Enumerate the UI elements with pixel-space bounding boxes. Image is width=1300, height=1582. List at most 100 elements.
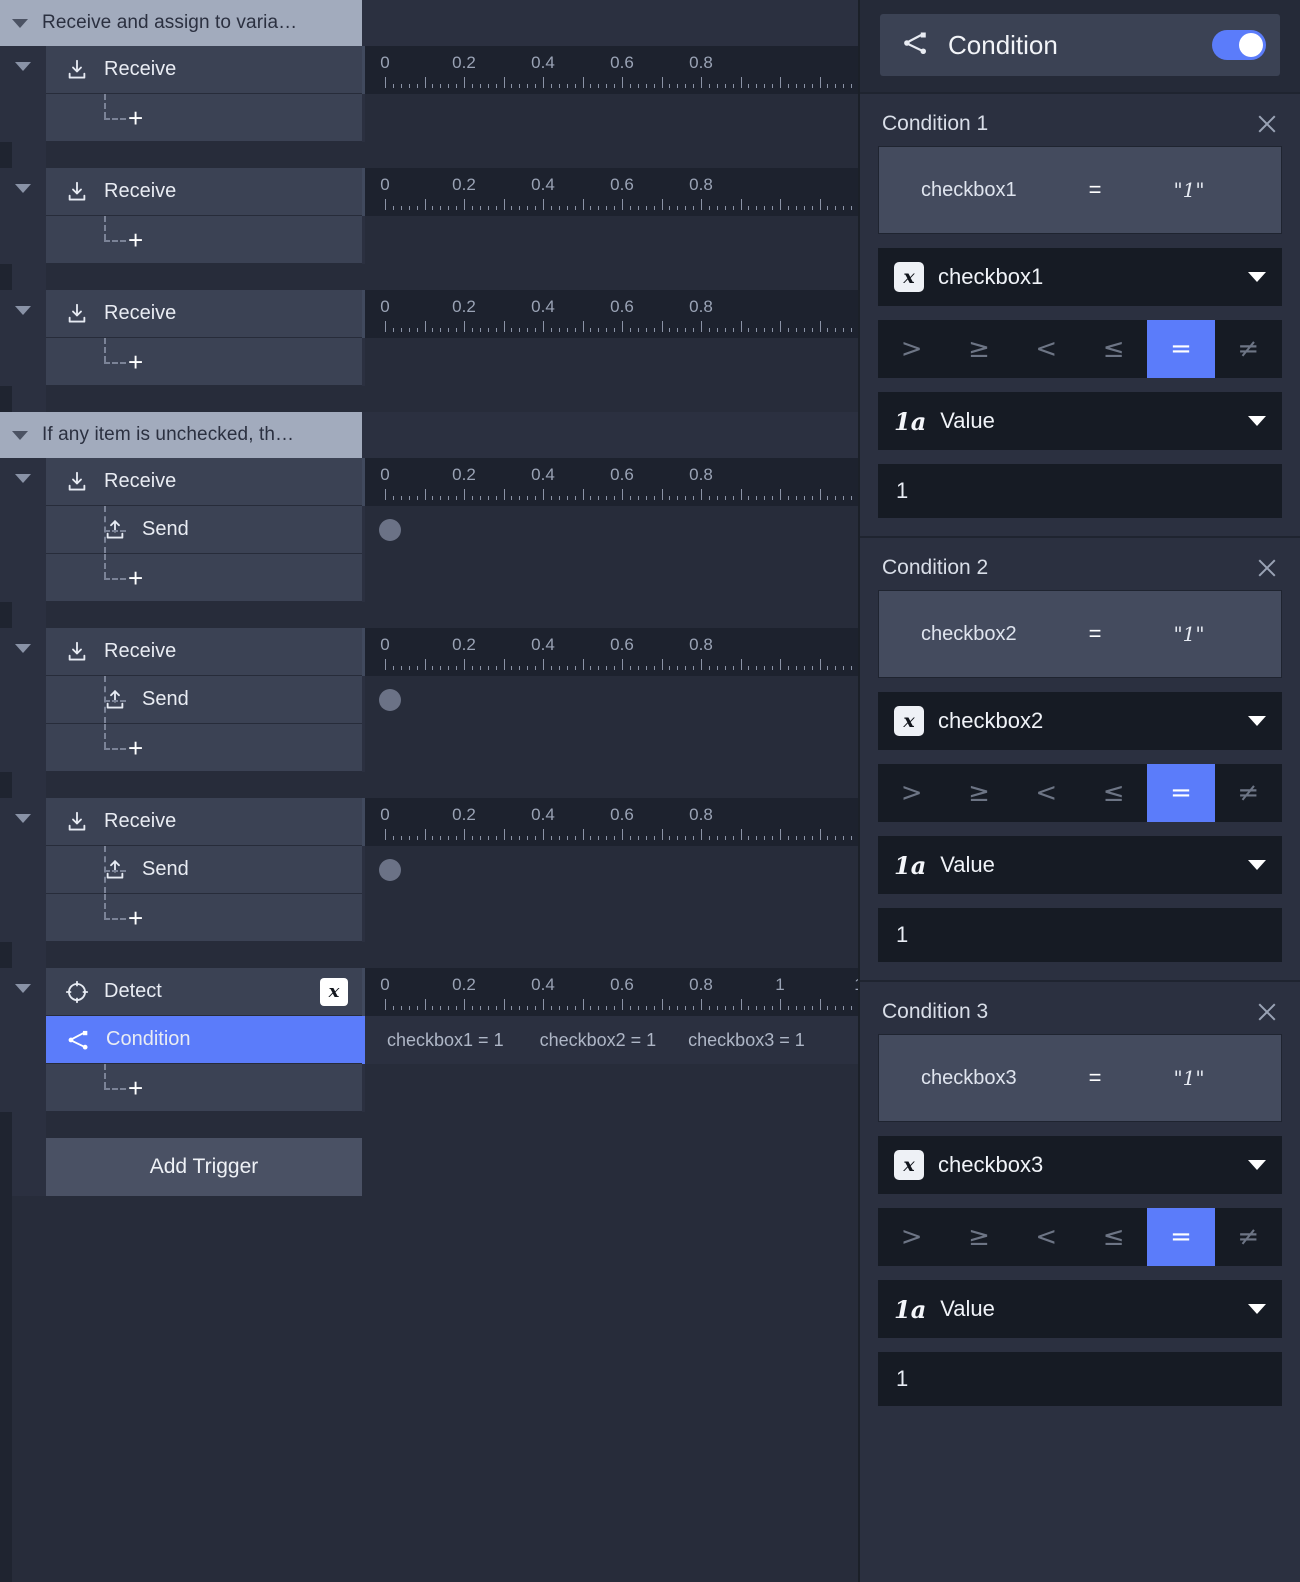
chevron-down-icon[interactable] — [15, 474, 31, 483]
chevron-down-icon[interactable] — [12, 430, 28, 440]
value-input[interactable]: 1 — [878, 464, 1282, 518]
timeline-lane-cell[interactable] — [362, 554, 858, 602]
timeline-ruler[interactable]: 0 0.2 0.4 0.6 0.8 — [362, 458, 858, 506]
group-header[interactable]: Receive and assign to varia… — [0, 0, 362, 46]
operator-button[interactable]: = — [1147, 320, 1215, 378]
timeline-row-label: Detect — [104, 980, 162, 1002]
operator-button[interactable]: ≥ — [945, 320, 1012, 378]
timeline-ruler[interactable]: 0 0.2 0.4 0.6 0.8 — [362, 290, 858, 338]
chevron-down-icon[interactable] — [1248, 272, 1266, 282]
variable-select[interactable]: x checkbox3 — [878, 1136, 1282, 1194]
operator-button[interactable]: > — [878, 320, 945, 378]
ruler-tick-label: 0.4 — [531, 635, 555, 654]
ruler-ticks — [365, 998, 858, 1012]
operator-button[interactable]: ≠ — [1215, 320, 1282, 378]
operator-button[interactable]: < — [1013, 1208, 1080, 1266]
ruler-tick-label: 0.6 — [610, 635, 634, 654]
timeline-row-send[interactable]: Send — [46, 506, 362, 554]
value-type-select[interactable]: 1a Value — [878, 836, 1282, 894]
timeline-ruler[interactable]: 0 0.2 0.4 0.6 0.8 — [362, 168, 858, 216]
operator-button[interactable]: < — [1013, 764, 1080, 822]
operator-button[interactable]: > — [878, 1208, 945, 1266]
timeline-lane-cell[interactable] — [362, 846, 858, 894]
timeline-row-detect[interactable]: Detect x — [46, 968, 362, 1016]
node-header[interactable]: Condition — [880, 14, 1280, 76]
chevron-down-icon[interactable] — [15, 306, 31, 315]
operator-button[interactable]: ≤ — [1080, 320, 1147, 378]
timeline-row-condition[interactable]: Condition — [46, 1016, 362, 1064]
add-action-row[interactable]: + — [46, 724, 362, 772]
chevron-down-icon[interactable] — [1248, 860, 1266, 870]
add-trigger-button[interactable]: Add Trigger — [46, 1138, 362, 1196]
timeline-lane-cell[interactable] — [362, 506, 858, 554]
timeline-lane-cell[interactable] — [362, 94, 858, 142]
keyframe-marker[interactable] — [379, 519, 401, 541]
operator-button[interactable]: = — [1147, 1208, 1215, 1266]
value-type-select[interactable]: 1a Value — [878, 1280, 1282, 1338]
timeline-row-receive[interactable]: Receive — [46, 798, 362, 846]
chevron-down-icon[interactable] — [1248, 1304, 1266, 1314]
timeline-lane-cell[interactable] — [362, 216, 858, 264]
timeline-ruler[interactable]: 0 0.2 0.4 0.6 0.8 — [362, 628, 858, 676]
chevron-down-icon[interactable] — [15, 184, 31, 193]
chevron-down-icon[interactable] — [15, 984, 31, 993]
chevron-down-icon[interactable] — [1248, 716, 1266, 726]
timeline-lane-cell[interactable] — [362, 724, 858, 772]
timeline-row-receive[interactable]: Receive — [46, 168, 362, 216]
chevron-down-icon[interactable] — [15, 814, 31, 823]
timeline-row-send[interactable]: Send — [46, 676, 362, 724]
operator-button[interactable]: < — [1013, 320, 1080, 378]
add-action-row[interactable]: + — [46, 554, 362, 602]
operator-button[interactable]: ≤ — [1080, 1208, 1147, 1266]
group-header[interactable]: If any item is unchecked, th… — [0, 412, 362, 458]
add-action-row[interactable]: + — [46, 338, 362, 386]
chevron-down-icon[interactable] — [1248, 1160, 1266, 1170]
timeline-row-send[interactable]: Send — [46, 846, 362, 894]
add-action-row[interactable]: + — [46, 894, 362, 942]
timeline-row-receive[interactable]: Receive — [46, 628, 362, 676]
add-action-row[interactable]: + — [46, 216, 362, 264]
trigger-group: If any item is unchecked, th… Receive Send… — [0, 412, 858, 968]
timeline-ruler[interactable]: 00.20.40.60.811 — [362, 968, 858, 1016]
operator-button[interactable]: ≠ — [1215, 1208, 1282, 1266]
condition-marker: checkbox3 = 1 — [688, 1029, 805, 1050]
timeline-lane-cell[interactable] — [362, 676, 858, 724]
timeline-ruler[interactable]: 0 0.2 0.4 0.6 0.8 — [362, 798, 858, 846]
add-action-row[interactable]: + — [46, 1064, 362, 1112]
operator-button[interactable]: = — [1147, 764, 1215, 822]
timeline-pane: Receive and assign to varia… Receive +0 0.2… — [0, 0, 858, 1582]
timeline-lane-cell[interactable] — [362, 894, 858, 942]
condition-marker-row[interactable]: checkbox1 = 1 checkbox2 = 1 checkbox3 = 1 — [362, 1016, 858, 1064]
chevron-down-icon[interactable] — [15, 644, 31, 653]
close-icon[interactable] — [1256, 557, 1278, 579]
chevron-down-icon[interactable] — [15, 62, 31, 71]
value-input[interactable]: 1 — [878, 908, 1282, 962]
expression-right: "1" — [1173, 1066, 1205, 1090]
operator-button[interactable]: ≤ — [1080, 764, 1147, 822]
timeline-row-receive[interactable]: Receive — [46, 290, 362, 338]
timeline-lane-cell[interactable] — [362, 338, 858, 386]
variable-select[interactable]: x checkbox1 — [878, 248, 1282, 306]
timeline-lane-cell[interactable] — [362, 1064, 858, 1112]
keyframe-marker[interactable] — [379, 689, 401, 711]
tree-connector — [104, 216, 128, 263]
timeline-ruler[interactable]: 0 0.2 0.4 0.6 0.8 — [362, 46, 858, 94]
operator-button[interactable]: ≠ — [1215, 764, 1282, 822]
operator-button[interactable]: > — [878, 764, 945, 822]
operator-button[interactable]: ≥ — [945, 764, 1012, 822]
node-enable-toggle[interactable] — [1212, 30, 1266, 60]
keyframe-marker[interactable] — [379, 859, 401, 881]
operator-button[interactable]: ≥ — [945, 1208, 1012, 1266]
variable-select[interactable]: x checkbox2 — [878, 692, 1282, 750]
upload-icon — [102, 517, 128, 543]
condition-list: Condition 1 checkbox1 = "1" x checkbox1 > ≥ < ≤ = ≠… — [860, 92, 1300, 1424]
chevron-down-icon[interactable] — [1248, 416, 1266, 426]
timeline-row-receive[interactable]: Receive — [46, 458, 362, 506]
chevron-down-icon[interactable] — [12, 18, 28, 28]
value-type-select[interactable]: 1a Value — [878, 392, 1282, 450]
timeline-row-receive[interactable]: Receive — [46, 46, 362, 94]
value-input[interactable]: 1 — [878, 1352, 1282, 1406]
close-icon[interactable] — [1256, 1001, 1278, 1023]
close-icon[interactable] — [1256, 113, 1278, 135]
add-action-row[interactable]: + — [46, 94, 362, 142]
